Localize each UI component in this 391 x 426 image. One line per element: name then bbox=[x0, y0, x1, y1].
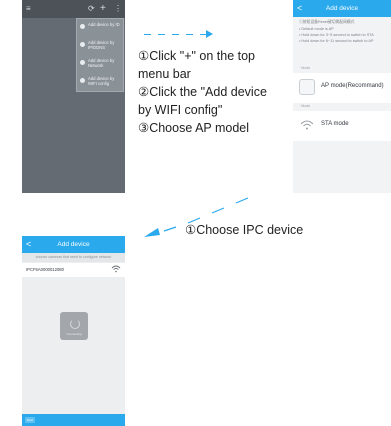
device-list-item[interactable]: IPCF5A0000012080 bbox=[22, 263, 125, 277]
reset-note: • Hold down for 3~5 second to switch to … bbox=[299, 33, 374, 37]
top-menu-bar: ≡ ⟳ + ⋮ bbox=[22, 0, 125, 18]
header-bar: < Add device bbox=[293, 0, 391, 17]
add-device-ipc-list-screen: < Add device choose cameras that need to… bbox=[22, 236, 125, 426]
mode-option-sta[interactable]: STA mode bbox=[293, 111, 391, 141]
add-device-mode-screen: < Add device ①按鈕设备Reset键切换配网模式 • Default… bbox=[293, 0, 391, 193]
mode-label: AP mode(Recommand) bbox=[321, 83, 384, 89]
ap-mode-icon bbox=[299, 79, 315, 95]
next-button[interactable]: Next bbox=[25, 417, 35, 423]
spinner-icon bbox=[70, 319, 80, 329]
instruction-step1-cont: menu bar bbox=[138, 67, 191, 81]
instruction-step3: ③Choose AP model bbox=[138, 121, 250, 135]
arrow-dash bbox=[172, 34, 179, 35]
section-label: · Mode bbox=[299, 66, 311, 70]
menu-item-add-by-id[interactable]: Add device by ID bbox=[80, 21, 124, 39]
back-icon[interactable]: ≡ bbox=[26, 0, 31, 18]
loading-text: Connecting bbox=[66, 332, 82, 336]
menu-item-icon bbox=[80, 78, 85, 83]
section-label: · Mode bbox=[299, 104, 311, 108]
header-bar: < Add device bbox=[22, 236, 125, 253]
menu-item-label: Add device by IP/DDNS bbox=[88, 40, 115, 50]
menu-item-label: Add device by ID bbox=[88, 22, 120, 27]
menu-item-add-by-ip[interactable]: Add device by IP/DDNS bbox=[80, 39, 124, 57]
arrow-dash bbox=[144, 34, 151, 35]
arrow-dash bbox=[158, 34, 165, 35]
footer-bar: Next bbox=[22, 414, 125, 426]
arrow-dash bbox=[186, 34, 193, 35]
plus-icon[interactable]: + bbox=[100, 0, 106, 18]
instruction-step1: ①Click "+" on the top bbox=[138, 49, 256, 63]
app-screen-device-list: ≡ ⟳ + ⋮ Add device by ID Add device by I… bbox=[22, 0, 125, 193]
menu-item-label: Add device by WIFI config bbox=[88, 76, 115, 86]
mode-label: STA mode bbox=[321, 121, 349, 127]
page-title: Add device bbox=[325, 5, 359, 12]
arrow-head-right-icon bbox=[206, 30, 213, 38]
wifi-icon bbox=[299, 117, 315, 133]
page-title: Add device bbox=[57, 241, 90, 248]
configure-hint: choose cameras that need to configure ne… bbox=[22, 253, 125, 262]
menu-item-icon bbox=[80, 60, 85, 65]
device-id: IPCF5A0000012080 bbox=[26, 267, 64, 272]
instruction-step4: ①Choose IPC device bbox=[185, 223, 304, 237]
instruction-step2-cont: by WIFI config" bbox=[138, 103, 223, 117]
loading-dialog: Connecting bbox=[60, 312, 88, 340]
menu-item-add-by-wifi-config[interactable]: Add device by WIFI config bbox=[80, 75, 124, 93]
wifi-icon bbox=[111, 264, 121, 278]
reset-note-heading: ①按鈕设备Reset键切换配网模式 bbox=[299, 20, 355, 24]
menu-item-label: Add device by Network bbox=[88, 58, 115, 68]
reset-note: • Hold down for 6~11 second to switch to… bbox=[299, 39, 374, 43]
refresh-icon[interactable]: ⟳ bbox=[88, 0, 95, 18]
reset-note: • Default mode is AP bbox=[299, 27, 334, 31]
menu-item-icon bbox=[80, 42, 85, 47]
add-device-dropdown-menu: Add device by ID Add device by IP/DDNS A… bbox=[76, 18, 124, 92]
instruction-step2: ②Click the "Add device bbox=[138, 85, 267, 99]
menu-item-add-by-network[interactable]: Add device by Network bbox=[80, 57, 124, 75]
menu-item-icon bbox=[80, 24, 85, 29]
more-icon[interactable]: ⋮ bbox=[114, 0, 122, 18]
mode-option-ap[interactable]: AP mode(Recommand) bbox=[293, 73, 391, 103]
